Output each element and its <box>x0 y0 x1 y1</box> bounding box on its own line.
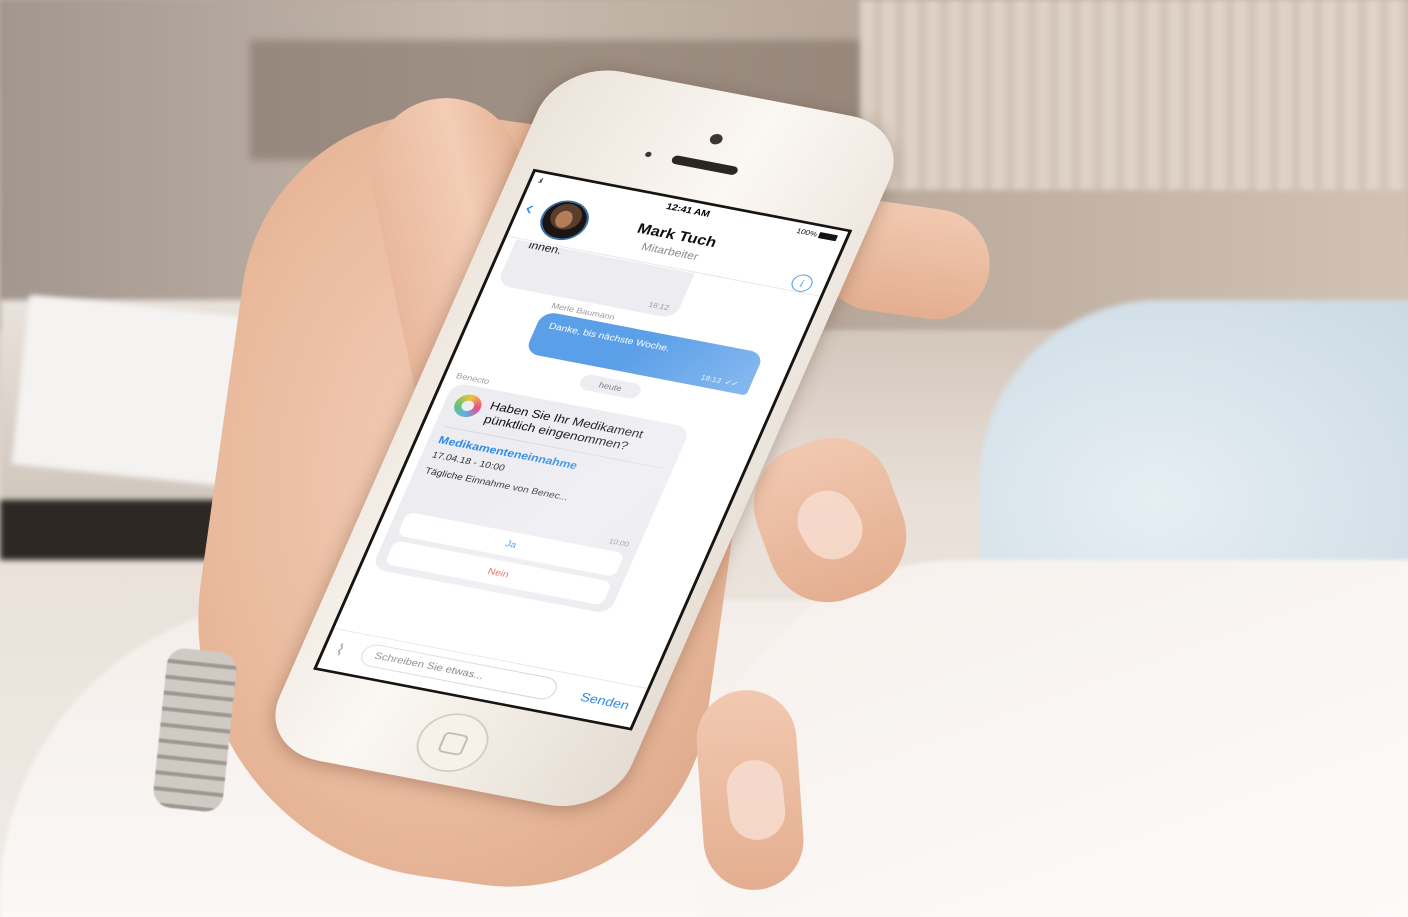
home-button[interactable] <box>406 707 499 778</box>
proximity-sensor <box>644 151 653 158</box>
message-meta: 18:13✓✓ <box>539 343 740 389</box>
message-time: 18:13 <box>699 373 723 385</box>
background-headboard <box>860 0 1408 190</box>
double-check-icon: ✓✓ <box>723 378 740 389</box>
earpiece-speaker <box>670 154 740 176</box>
medication-reminder-card: Haben Sie Ihr Medikament pünktlich einge… <box>371 382 692 615</box>
paperclip-icon[interactable]: ⌇ <box>332 641 348 660</box>
background-bedsheet-fold <box>700 560 1408 917</box>
send-button[interactable]: Senden <box>578 690 632 713</box>
message-text: Danke, bis nächste Woche. <box>547 321 672 354</box>
front-camera <box>708 133 725 146</box>
bot-logo-icon <box>450 392 486 420</box>
message-time: 18:12 <box>647 300 671 312</box>
home-square-icon <box>436 731 470 757</box>
